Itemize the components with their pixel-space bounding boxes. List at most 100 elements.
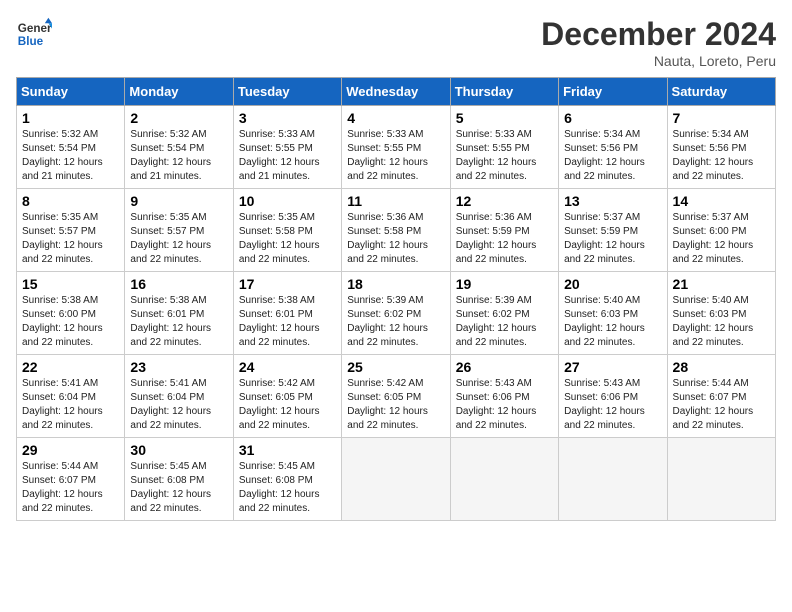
day-header-sunday: Sunday — [17, 78, 125, 106]
day-info: Sunrise: 5:38 AM Sunset: 6:01 PM Dayligh… — [130, 294, 227, 350]
day-info: Sunrise: 5:44 AM Sunset: 6:07 PM Dayligh… — [22, 460, 119, 516]
day-info: Sunrise: 5:41 AM Sunset: 6:04 PM Dayligh… — [130, 377, 227, 433]
day-number: 28 — [673, 359, 770, 375]
svg-text:Blue: Blue — [18, 35, 44, 48]
calendar-table: SundayMondayTuesdayWednesdayThursdayFrid… — [16, 77, 776, 521]
day-info: Sunrise: 5:43 AM Sunset: 6:06 PM Dayligh… — [564, 377, 661, 433]
day-cell: 5Sunrise: 5:33 AM Sunset: 5:55 PM Daylig… — [450, 106, 558, 189]
day-info: Sunrise: 5:37 AM Sunset: 5:59 PM Dayligh… — [564, 211, 661, 267]
day-info: Sunrise: 5:33 AM Sunset: 5:55 PM Dayligh… — [239, 128, 336, 184]
day-cell: 25 Sunrise: 5:42 AM Sunset: 6:05 PM Dayli… — [342, 355, 450, 438]
day-info: Sunrise: 5:32 AM Sunset: 5:54 PM Dayligh… — [22, 128, 119, 184]
header: General Blue December 2024 Nauta, Loreto… — [16, 16, 776, 69]
day-info: Sunrise: 5:45 AM Sunset: 6:08 PM Dayligh… — [239, 460, 336, 516]
day-number: 21 — [673, 276, 770, 292]
day-number: 18 — [347, 276, 444, 292]
day-cell: 21 Sunrise: 5:40 AM Sunset: 6:03 PM Dayli… — [667, 272, 775, 355]
day-number: 11 — [347, 193, 444, 209]
day-header-wednesday: Wednesday — [342, 78, 450, 106]
day-info: Sunrise: 5:33 AM Sunset: 5:55 PM Dayligh… — [456, 128, 553, 184]
day-number: 7 — [673, 110, 770, 126]
day-cell: 14Sunrise: 5:37 AM Sunset: 6:00 PM Dayli… — [667, 189, 775, 272]
day-number: 30 — [130, 442, 227, 458]
day-number: 1 — [22, 110, 119, 126]
day-number: 29 — [22, 442, 119, 458]
day-cell: 11 Sunrise: 5:36 AM Sunset: 5:58 PM Dayli… — [342, 189, 450, 272]
day-cell: 20Sunrise: 5:40 AM Sunset: 6:03 PM Dayli… — [559, 272, 667, 355]
day-header-tuesday: Tuesday — [233, 78, 341, 106]
subtitle: Nauta, Loreto, Peru — [541, 53, 776, 69]
day-number: 10 — [239, 193, 336, 209]
title-area: December 2024 Nauta, Loreto, Peru — [541, 16, 776, 69]
day-cell: 27 Sunrise: 5:43 AM Sunset: 6:06 PM Dayli… — [559, 355, 667, 438]
day-cell: 17 Sunrise: 5:38 AM Sunset: 6:01 PM Dayli… — [233, 272, 341, 355]
day-number: 6 — [564, 110, 661, 126]
day-number: 31 — [239, 442, 336, 458]
day-number: 17 — [239, 276, 336, 292]
day-cell: 10 Sunrise: 5:35 AM Sunset: 5:58 PM Dayli… — [233, 189, 341, 272]
week-row-3: 15 Sunrise: 5:38 AM Sunset: 6:00 PM Dayli… — [17, 272, 776, 355]
day-number: 19 — [456, 276, 553, 292]
week-row-4: 22 Sunrise: 5:41 AM Sunset: 6:04 PM Dayli… — [17, 355, 776, 438]
day-info: Sunrise: 5:33 AM Sunset: 5:55 PM Dayligh… — [347, 128, 444, 184]
day-number: 2 — [130, 110, 227, 126]
day-header-thursday: Thursday — [450, 78, 558, 106]
day-info: Sunrise: 5:36 AM Sunset: 5:59 PM Dayligh… — [456, 211, 553, 267]
day-cell: 6 Sunrise: 5:34 AM Sunset: 5:56 PM Daylig… — [559, 106, 667, 189]
day-number: 8 — [22, 193, 119, 209]
day-info: Sunrise: 5:36 AM Sunset: 5:58 PM Dayligh… — [347, 211, 444, 267]
week-row-1: 1 Sunrise: 5:32 AM Sunset: 5:54 PM Daylig… — [17, 106, 776, 189]
day-cell: 7 Sunrise: 5:34 AM Sunset: 5:56 PM Daylig… — [667, 106, 775, 189]
day-info: Sunrise: 5:38 AM Sunset: 6:01 PM Dayligh… — [239, 294, 336, 350]
day-number: 4 — [347, 110, 444, 126]
day-cell: 18 Sunrise: 5:39 AM Sunset: 6:02 PM Dayli… — [342, 272, 450, 355]
day-cell: 15 Sunrise: 5:38 AM Sunset: 6:00 PM Dayli… — [17, 272, 125, 355]
day-info: Sunrise: 5:35 AM Sunset: 5:58 PM Dayligh… — [239, 211, 336, 267]
day-info: Sunrise: 5:34 AM Sunset: 5:56 PM Dayligh… — [673, 128, 770, 184]
svg-text:General: General — [18, 22, 52, 35]
logo: General Blue — [16, 16, 52, 52]
day-info: Sunrise: 5:35 AM Sunset: 5:57 PM Dayligh… — [130, 211, 227, 267]
day-number: 22 — [22, 359, 119, 375]
day-header-saturday: Saturday — [667, 78, 775, 106]
day-info: Sunrise: 5:38 AM Sunset: 6:00 PM Dayligh… — [22, 294, 119, 350]
day-info: Sunrise: 5:39 AM Sunset: 6:02 PM Dayligh… — [456, 294, 553, 350]
day-cell — [450, 438, 558, 521]
day-number: 24 — [239, 359, 336, 375]
day-cell: 9 Sunrise: 5:35 AM Sunset: 5:57 PM Daylig… — [125, 189, 233, 272]
week-row-5: 29 Sunrise: 5:44 AM Sunset: 6:07 PM Dayli… — [17, 438, 776, 521]
day-cell: 2 Sunrise: 5:32 AM Sunset: 5:54 PM Daylig… — [125, 106, 233, 189]
day-number: 9 — [130, 193, 227, 209]
day-cell: 22Sunrise: 5:41 AM Sunset: 6:04 PM Dayli… — [17, 355, 125, 438]
days-header-row: SundayMondayTuesdayWednesdayThursdayFrid… — [17, 78, 776, 106]
day-info: Sunrise: 5:42 AM Sunset: 6:05 PM Dayligh… — [347, 377, 444, 433]
day-number: 16 — [130, 276, 227, 292]
day-info: Sunrise: 5:32 AM Sunset: 5:54 PM Dayligh… — [130, 128, 227, 184]
day-cell: 24Sunrise: 5:42 AM Sunset: 6:05 PM Dayli… — [233, 355, 341, 438]
day-cell: 30Sunrise: 5:45 AM Sunset: 6:08 PM Dayli… — [125, 438, 233, 521]
week-row-2: 8 Sunrise: 5:35 AM Sunset: 5:57 PM Daylig… — [17, 189, 776, 272]
day-cell: 3Sunrise: 5:33 AM Sunset: 5:55 PM Daylig… — [233, 106, 341, 189]
day-cell: 12 Sunrise: 5:36 AM Sunset: 5:59 PM Dayli… — [450, 189, 558, 272]
day-info: Sunrise: 5:39 AM Sunset: 6:02 PM Dayligh… — [347, 294, 444, 350]
day-cell: 28 Sunrise: 5:44 AM Sunset: 6:07 PM Dayli… — [667, 355, 775, 438]
day-cell: 19 Sunrise: 5:39 AM Sunset: 6:02 PM Dayli… — [450, 272, 558, 355]
day-info: Sunrise: 5:44 AM Sunset: 6:07 PM Dayligh… — [673, 377, 770, 433]
day-info: Sunrise: 5:34 AM Sunset: 5:56 PM Dayligh… — [564, 128, 661, 184]
day-cell: 23Sunrise: 5:41 AM Sunset: 6:04 PM Dayli… — [125, 355, 233, 438]
day-number: 12 — [456, 193, 553, 209]
day-cell: 31 Sunrise: 5:45 AM Sunset: 6:08 PM Dayli… — [233, 438, 341, 521]
day-number: 25 — [347, 359, 444, 375]
day-number: 13 — [564, 193, 661, 209]
month-title: December 2024 — [541, 16, 776, 53]
logo-icon: General Blue — [16, 16, 52, 52]
day-cell: 4 Sunrise: 5:33 AM Sunset: 5:55 PM Daylig… — [342, 106, 450, 189]
day-info: Sunrise: 5:40 AM Sunset: 6:03 PM Dayligh… — [673, 294, 770, 350]
day-number: 27 — [564, 359, 661, 375]
day-cell: 16 Sunrise: 5:38 AM Sunset: 6:01 PM Dayli… — [125, 272, 233, 355]
day-cell — [559, 438, 667, 521]
day-number: 15 — [22, 276, 119, 292]
day-cell: 8Sunrise: 5:35 AM Sunset: 5:57 PM Daylig… — [17, 189, 125, 272]
day-header-monday: Monday — [125, 78, 233, 106]
day-number: 26 — [456, 359, 553, 375]
